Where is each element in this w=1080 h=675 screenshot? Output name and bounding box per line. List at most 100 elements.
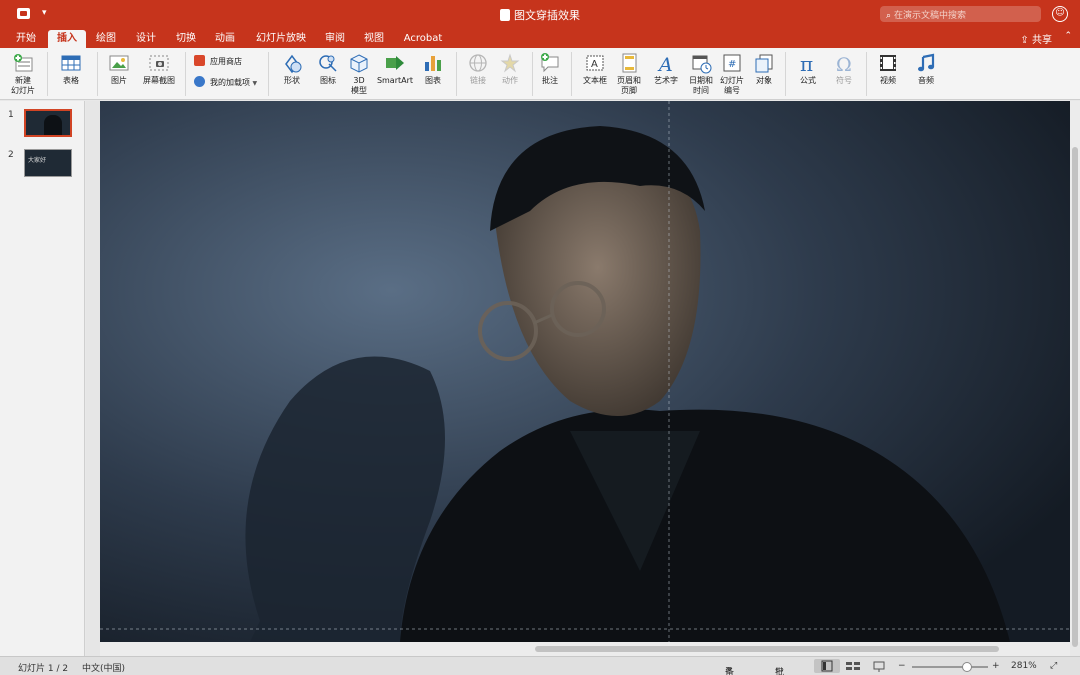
omega-symbol-icon: Ω (833, 52, 855, 76)
zoom-out-icon[interactable]: − (898, 661, 906, 671)
search-box[interactable]: ⌕ 在演示文稿中搜索 (880, 6, 1041, 22)
film-video-icon (877, 52, 899, 74)
slide-canvas[interactable] (100, 101, 1070, 642)
share-icon: ⇪ (1020, 35, 1029, 46)
document-icon (500, 9, 510, 21)
slide-number-button[interactable]: # 幻灯片 编号 (716, 52, 748, 96)
cube-3d-icon (348, 52, 370, 74)
picture-icon (108, 52, 130, 74)
3d-model-label-2: 模型 (351, 86, 367, 95)
action-label: 动作 (502, 76, 518, 85)
fit-to-window-icon[interactable]: ⤢ (1050, 661, 1057, 671)
icons-icon (317, 52, 339, 74)
header-footer-label-2: 页脚 (621, 86, 637, 95)
slide-2-thumbnail-title: 大家好 (28, 157, 47, 164)
tab-view[interactable]: 视图 (356, 30, 392, 48)
new-slide-label-2: 幻灯片 (11, 86, 35, 95)
symbol-label: 符号 (836, 76, 852, 85)
action-star-icon (499, 52, 521, 74)
ribbon-tab-bar: 开始 插入 绘图 设计 切换 动画 幻灯片放映 审阅 视图 Acrobat ⇪ … (0, 28, 1080, 48)
zoom-slider[interactable] (912, 662, 988, 672)
horizontal-scrollbar[interactable] (100, 642, 1070, 656)
table-button[interactable]: 表格 (54, 52, 88, 86)
slide-counter: 幻灯片 1 / 2 (18, 664, 69, 674)
link-globe-icon (467, 52, 489, 74)
object-label: 对象 (756, 76, 772, 85)
wordart-icon: A (655, 52, 677, 76)
my-addins-button[interactable]: 我的加载项 ▼ (194, 76, 257, 90)
tab-insert[interactable]: 插入 (48, 30, 86, 48)
smartart-button[interactable]: SmartArt (375, 52, 415, 86)
wordart-button[interactable]: A 艺术字 (648, 52, 684, 86)
comment-button[interactable]: 批注 (536, 52, 564, 86)
tab-acrobat[interactable]: Acrobat (398, 30, 448, 48)
textbox-button[interactable]: A 文本框 (578, 52, 612, 86)
slide-number-label-1: 幻灯片 (720, 76, 744, 85)
comment-icon (539, 52, 561, 74)
datetime-button[interactable]: 日期和 时间 (686, 52, 716, 96)
status-bar: 幻灯片 1 / 2 中文(中国) ≡ 备注 ▭ 批注 − + 281% ⤢ (0, 656, 1080, 675)
tab-animations[interactable]: 动画 (207, 30, 243, 48)
textbox-icon: A (584, 52, 606, 74)
tab-slideshow[interactable]: 幻灯片放映 (250, 30, 312, 48)
feedback-smiley-icon[interactable]: ☺ (1052, 6, 1068, 22)
slide-2-thumbnail[interactable]: 大家好 (24, 149, 72, 177)
panel-splitter[interactable] (86, 101, 100, 656)
icons-button[interactable]: 图标 (314, 52, 342, 86)
ribbon-separator (456, 52, 457, 96)
tab-transitions[interactable]: 切换 (168, 30, 204, 48)
header-footer-label-1: 页眉和 (617, 76, 641, 85)
shapes-icon (281, 52, 303, 74)
datetime-label-1: 日期和 (689, 76, 713, 85)
language-indicator[interactable]: 中文(中国) (82, 661, 125, 674)
audio-label: 音频 (918, 76, 934, 85)
link-button[interactable]: 链接 (464, 52, 492, 86)
title-bar: ▾ 图文穿插效果 ⌕ 在演示文稿中搜索 ☺ (0, 0, 1080, 28)
slide-thumbnails-panel: 1 2 大家好 (0, 101, 85, 656)
calendar-clock-icon (690, 52, 712, 74)
thumbnail-portrait-image (44, 115, 62, 135)
slide-sorter-view-button[interactable] (840, 659, 866, 673)
zoom-slider-knob[interactable] (961, 662, 972, 672)
video-button[interactable]: 视频 (872, 52, 904, 86)
symbol-button[interactable]: Ω 符号 (830, 52, 858, 86)
audio-button[interactable]: 音频 (910, 52, 942, 86)
vertical-scroll-thumb[interactable] (1072, 147, 1078, 647)
wordart-label: 艺术字 (654, 76, 678, 85)
my-addins-chevron-down-icon: ▼ (252, 80, 258, 87)
zoom-in-icon[interactable]: + (992, 661, 1000, 671)
share-label: 共享 (1032, 35, 1052, 46)
tab-design[interactable]: 设计 (128, 30, 164, 48)
notes-label: 备注 (725, 668, 735, 675)
svg-text:π: π (800, 52, 813, 74)
normal-view-button[interactable] (814, 659, 840, 673)
3d-model-button[interactable]: 3D 模型 (346, 52, 372, 96)
slide-portrait-photo (100, 101, 1070, 642)
object-icon (753, 52, 775, 74)
screenshot-icon (148, 52, 170, 74)
equation-button[interactable]: π 公式 (791, 52, 825, 86)
addins-cube-icon (194, 76, 205, 87)
horizontal-scroll-thumb[interactable] (535, 646, 999, 652)
tab-home[interactable]: 开始 (8, 30, 44, 48)
slide-1-thumbnail[interactable] (24, 109, 72, 137)
collapse-ribbon-chevron-icon[interactable]: ⌃ (1064, 31, 1072, 41)
header-footer-icon (618, 52, 640, 74)
object-button[interactable]: 对象 (750, 52, 778, 86)
comment-label: 批注 (542, 76, 558, 85)
app-store-label: 应用商店 (210, 57, 242, 66)
zoom-level[interactable]: 281% (1011, 661, 1037, 671)
shapes-button[interactable]: 形状 (276, 52, 308, 86)
chart-button[interactable]: 图表 (418, 52, 448, 86)
reading-view-button[interactable] (866, 659, 892, 673)
vertical-scrollbar[interactable] (1070, 101, 1080, 647)
header-footer-button[interactable]: 页眉和 页脚 (614, 52, 644, 96)
tab-review[interactable]: 审阅 (317, 30, 353, 48)
app-store-button[interactable]: 应用商店 (194, 55, 242, 69)
tab-draw[interactable]: 绘图 (88, 30, 124, 48)
share-button[interactable]: ⇪ 共享 (1020, 31, 1052, 46)
new-slide-button[interactable]: 新建 幻灯片 (6, 52, 40, 96)
picture-button[interactable]: 图片 (102, 52, 136, 86)
action-button[interactable]: 动作 (496, 52, 524, 86)
screenshot-button[interactable]: 屏幕截图 (140, 52, 178, 86)
